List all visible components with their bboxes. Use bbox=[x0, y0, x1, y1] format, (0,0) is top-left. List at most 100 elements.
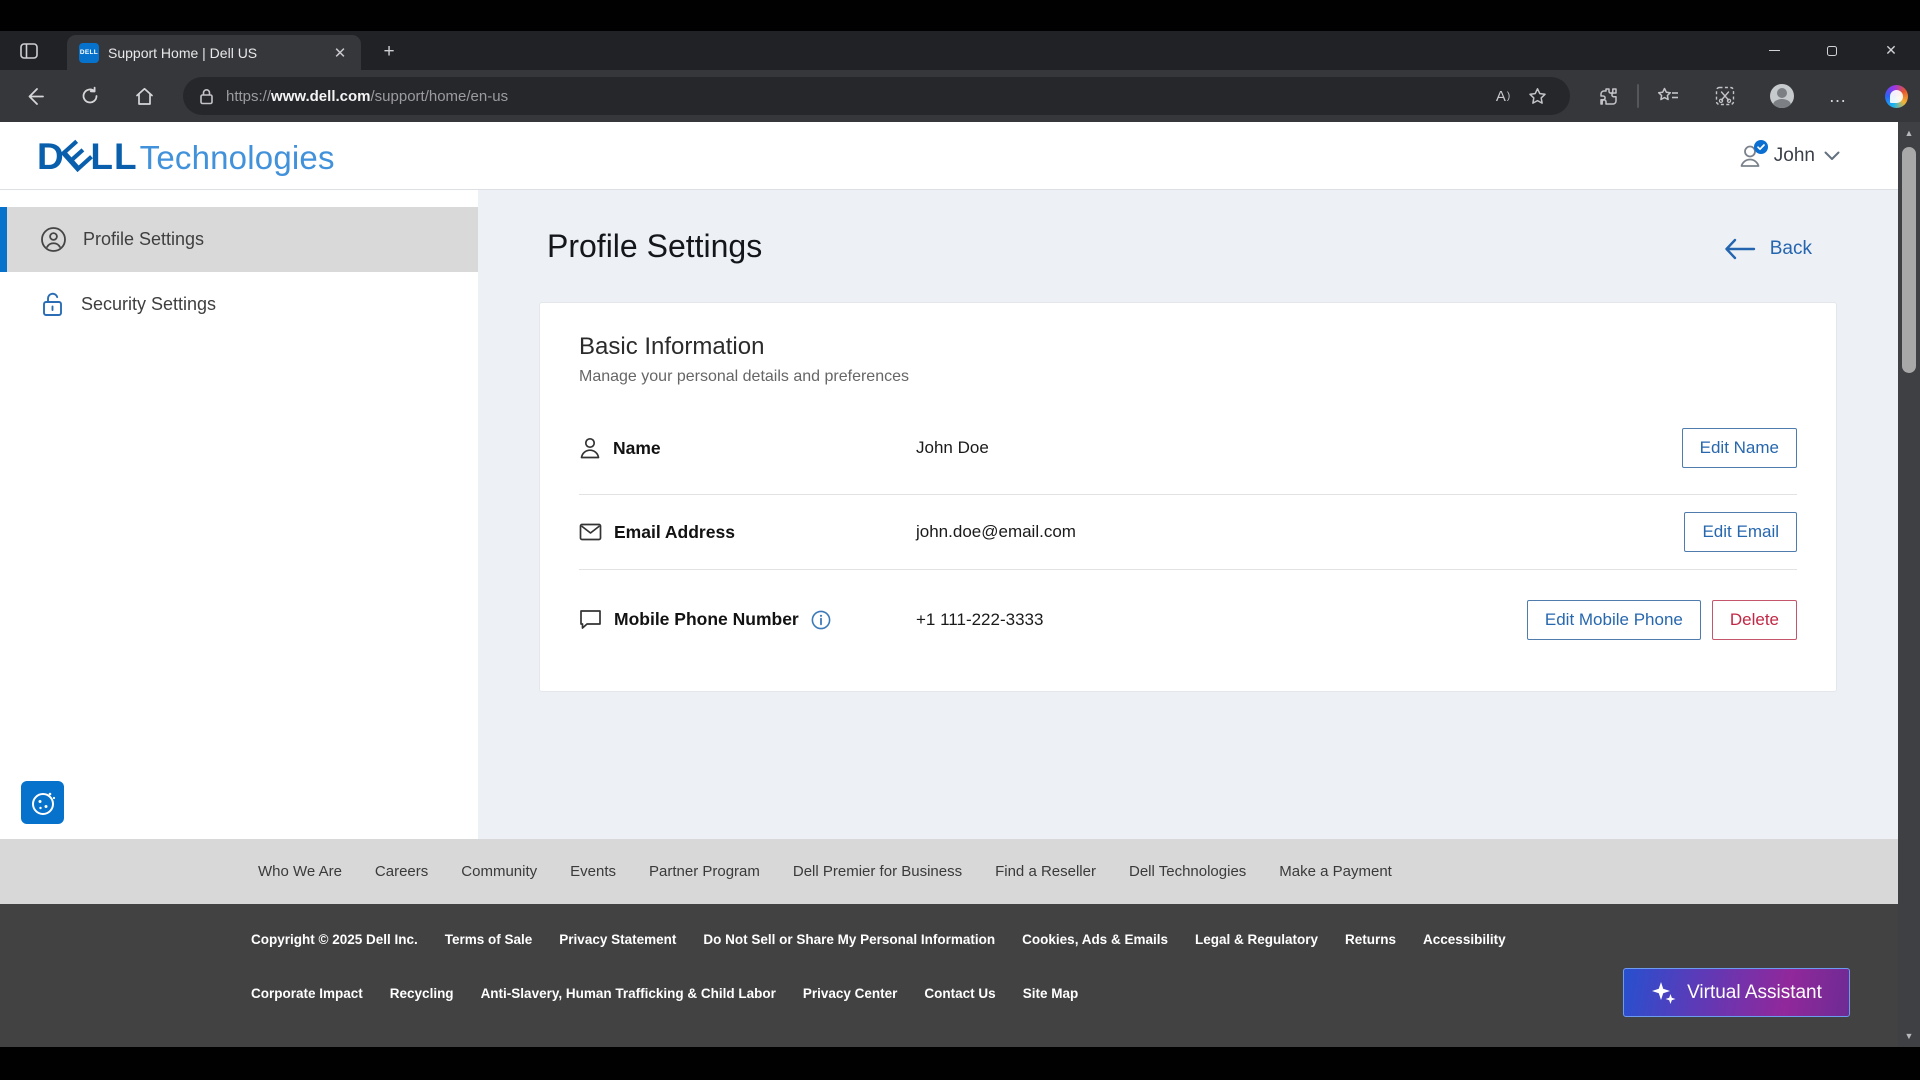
footer-link[interactable]: Dell Technologies bbox=[1129, 863, 1246, 880]
page-scrollbar[interactable]: ▲ ▼ bbox=[1898, 122, 1920, 1047]
footer-legal-link[interactable]: Anti-Slavery, Human Trafficking & Child … bbox=[481, 986, 776, 1001]
footer-link[interactable]: Make a Payment bbox=[1279, 863, 1392, 880]
card-subtitle: Manage your personal details and prefere… bbox=[579, 368, 1797, 386]
maximize-icon bbox=[1827, 46, 1837, 56]
logo-technologies-wordmark: Technologies bbox=[140, 139, 335, 177]
sparkle-icon bbox=[1651, 980, 1677, 1006]
main-panel: Profile Settings Back Basic Information … bbox=[478, 190, 1898, 839]
delete-mobile-phone-button[interactable]: Delete bbox=[1712, 600, 1797, 640]
window-bottom-strip bbox=[0, 1047, 1920, 1080]
page-title: Profile Settings bbox=[547, 228, 762, 265]
avatar bbox=[1770, 84, 1794, 108]
window-maximize-button[interactable] bbox=[1803, 31, 1861, 70]
favorites-list-icon bbox=[1656, 86, 1680, 107]
footer-legal-link[interactable]: Recycling bbox=[390, 986, 454, 1001]
user-account-menu[interactable]: John bbox=[1737, 122, 1840, 190]
refresh-button[interactable] bbox=[72, 70, 108, 122]
info-icon[interactable] bbox=[811, 610, 831, 630]
basic-information-card: Basic Information Manage your personal d… bbox=[539, 302, 1837, 692]
email-label: Email Address bbox=[614, 522, 735, 543]
browser-tab[interactable]: DELL Support Home | Dell US ✕ bbox=[67, 35, 361, 70]
footer-legal: Copyright © 2025 Dell Inc. Terms of Sale… bbox=[0, 904, 1898, 1047]
address-bar[interactable]: https://www.dell.com/support/home/en-us … bbox=[183, 77, 1570, 115]
tab-actions-menu-button[interactable] bbox=[14, 37, 44, 65]
sidebar-item-security-settings[interactable]: Security Settings bbox=[0, 272, 478, 337]
settings-sidebar: Profile Settings Security Settings bbox=[0, 190, 478, 839]
back-label: Back bbox=[1770, 238, 1812, 260]
email-value: john.doe@email.com bbox=[916, 522, 1684, 542]
cookie-consent-button[interactable] bbox=[21, 781, 64, 824]
tab-title: Support Home | Dell US bbox=[108, 45, 329, 61]
footer-legal-link[interactable]: Contact Us bbox=[924, 986, 995, 1001]
edit-mobile-phone-button[interactable]: Edit Mobile Phone bbox=[1527, 600, 1701, 640]
extensions-puzzle-icon bbox=[1598, 86, 1619, 107]
star-icon bbox=[1528, 87, 1547, 106]
footer-legal-row2: Corporate Impact Recycling Anti-Slavery, … bbox=[251, 986, 1078, 1001]
virtual-assistant-button[interactable]: Virtual Assistant bbox=[1623, 968, 1850, 1017]
unlock-icon bbox=[40, 291, 65, 318]
window-top-strip bbox=[0, 0, 1920, 31]
footer-legal-link[interactable]: Site Map bbox=[1023, 986, 1079, 1001]
window-close-button[interactable]: ✕ bbox=[1862, 31, 1920, 70]
sms-bubble-icon bbox=[579, 609, 602, 630]
footer-legal-link[interactable]: Accessibility bbox=[1423, 932, 1506, 947]
sidebar-item-label: Profile Settings bbox=[83, 229, 204, 250]
copilot-icon bbox=[1885, 85, 1908, 108]
sidebar-item-profile-settings[interactable]: Profile Settings bbox=[0, 207, 478, 272]
card-title: Basic Information bbox=[579, 333, 1797, 361]
footer-legal-link[interactable]: Legal & Regulatory bbox=[1195, 932, 1318, 947]
footer-link[interactable]: Partner Program bbox=[649, 863, 760, 880]
footer-legal-link[interactable]: Copyright © 2025 Dell Inc. bbox=[251, 932, 418, 947]
user-name: John bbox=[1774, 145, 1815, 167]
footer-legal-link[interactable]: Do Not Sell or Share My Personal Informa… bbox=[703, 932, 995, 947]
browser-tab-bar: DELL Support Home | Dell US ✕ + bbox=[0, 31, 1920, 70]
favorites-list-button[interactable] bbox=[1648, 70, 1688, 122]
footer-link[interactable]: Dell Premier for Business bbox=[793, 863, 962, 880]
read-aloud-button[interactable]: A) bbox=[1486, 79, 1520, 113]
footer-legal-link[interactable]: Cookies, Ads & Emails bbox=[1022, 932, 1168, 947]
dell-technologies-logo[interactable]: DELL Technologies bbox=[37, 136, 335, 178]
screen: DELL Support Home | Dell US ✕ + ✕ https:… bbox=[0, 0, 1920, 1080]
minimize-icon bbox=[1769, 50, 1780, 51]
mobile-phone-value: +1 111-222-3333 bbox=[916, 610, 1527, 630]
footer-legal-link[interactable]: Terms of Sale bbox=[445, 932, 533, 947]
profile-icon bbox=[40, 226, 67, 253]
extensions-button[interactable] bbox=[1588, 70, 1628, 122]
user-avatar-icon bbox=[1737, 142, 1765, 170]
scrollbar-down-arrow[interactable]: ▼ bbox=[1898, 1025, 1920, 1047]
close-icon: ✕ bbox=[1885, 42, 1897, 59]
edit-email-button[interactable]: Edit Email bbox=[1684, 512, 1797, 552]
browser-profile-button[interactable] bbox=[1762, 70, 1802, 122]
add-favorite-button[interactable] bbox=[1520, 79, 1554, 113]
footer-link[interactable]: Find a Reseller bbox=[995, 863, 1096, 880]
footer-link[interactable]: Careers bbox=[375, 863, 428, 880]
edit-name-button[interactable]: Edit Name bbox=[1682, 428, 1797, 468]
settings-more-button[interactable]: … bbox=[1818, 70, 1858, 122]
footer-legal-link[interactable]: Privacy Statement bbox=[559, 932, 676, 947]
ellipsis-icon: … bbox=[1829, 86, 1848, 107]
footer-legal-link[interactable]: Corporate Impact bbox=[251, 986, 363, 1001]
url-text: https://www.dell.com/support/home/en-us bbox=[226, 88, 508, 105]
scrollbar-up-arrow[interactable]: ▲ bbox=[1898, 122, 1920, 144]
footer-legal-link[interactable]: Returns bbox=[1345, 932, 1396, 947]
footer-link[interactable]: Community bbox=[461, 863, 537, 880]
email-row: Email Address john.doe@email.com Edit Em… bbox=[579, 495, 1797, 570]
verified-badge-icon bbox=[1754, 140, 1768, 154]
window-minimize-button[interactable] bbox=[1745, 31, 1803, 70]
copilot-button[interactable] bbox=[1876, 70, 1916, 122]
web-page: DELL Technologies John Profile Settings bbox=[0, 122, 1898, 1047]
name-value: John Doe bbox=[916, 438, 1682, 458]
web-capture-button[interactable] bbox=[1705, 70, 1745, 122]
new-tab-button[interactable]: + bbox=[376, 40, 402, 64]
home-button[interactable] bbox=[126, 70, 162, 122]
footer-link[interactable]: Events bbox=[570, 863, 616, 880]
mobile-phone-label: Mobile Phone Number bbox=[614, 609, 799, 630]
site-lock-icon[interactable] bbox=[199, 88, 214, 105]
footer-link[interactable]: Who We Are bbox=[258, 863, 342, 880]
dell-favicon: DELL bbox=[79, 43, 99, 63]
scrollbar-thumb[interactable] bbox=[1902, 147, 1916, 373]
tab-close-button[interactable]: ✕ bbox=[329, 42, 351, 64]
back-link[interactable]: Back bbox=[1724, 238, 1812, 260]
footer-legal-link[interactable]: Privacy Center bbox=[803, 986, 898, 1001]
back-button[interactable] bbox=[16, 70, 52, 122]
